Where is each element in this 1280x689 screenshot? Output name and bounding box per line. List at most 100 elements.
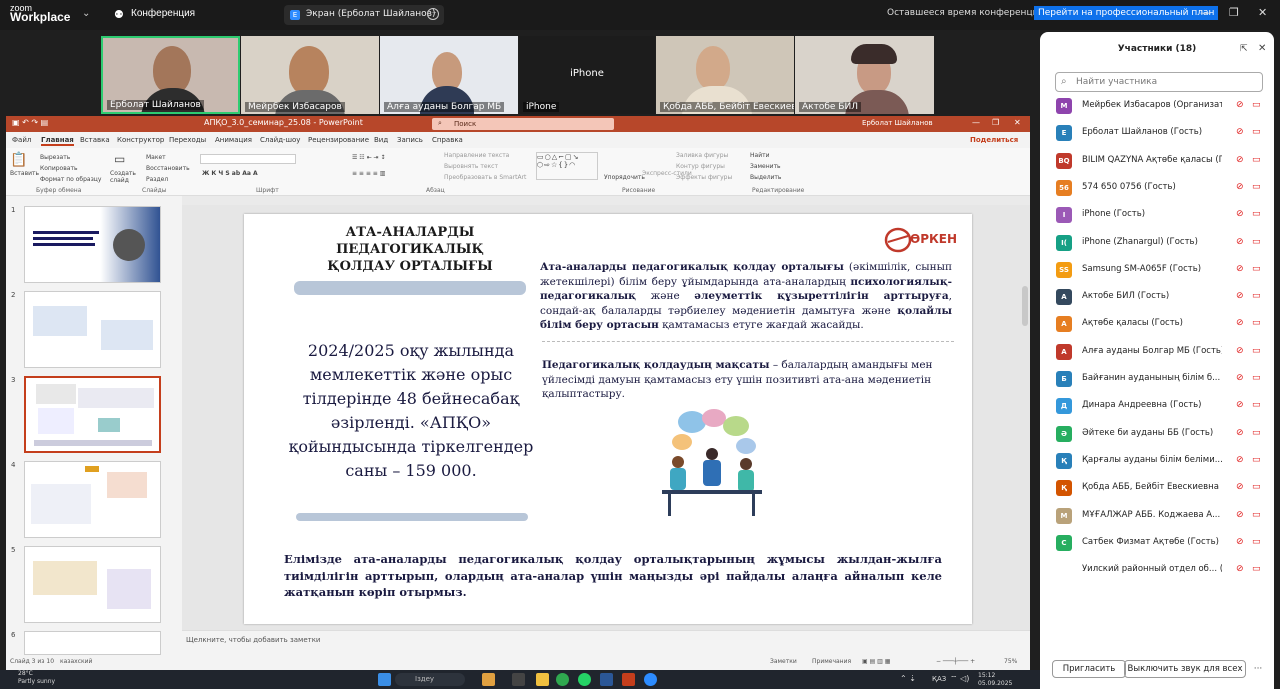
participant-row[interactable]: С Сатбек Физмат Ақтөбе (Гость) ⊘ ▭ xyxy=(1056,533,1268,555)
shapes-gallery[interactable]: ▭○△⌐▢↘ ⬡⇨☆{}◠ xyxy=(536,152,598,180)
start-icon[interactable] xyxy=(378,673,391,686)
select-button[interactable]: Выделить xyxy=(750,174,781,181)
tab-record[interactable]: Запись xyxy=(397,136,423,144)
wifi-volume-icons[interactable]: ⌔ ◁) xyxy=(950,674,969,684)
language-indicator[interactable]: казахский xyxy=(60,658,92,665)
replace-button[interactable]: Заменить xyxy=(750,163,781,170)
tab-slideshow[interactable]: Слайд-шоу xyxy=(260,136,300,144)
font-format-buttons[interactable]: Ж К Ч S ab Aa A xyxy=(202,170,258,177)
section-button[interactable]: Раздел xyxy=(146,176,168,183)
invite-button[interactable]: Пригласить xyxy=(1052,660,1126,678)
participant-row[interactable]: А Актобе БИЛ (Гость) ⊘ ▭ xyxy=(1056,287,1268,309)
mic-muted-icon[interactable]: ⊘ xyxy=(1236,318,1244,328)
video-tile[interactable]: iPhone iPhone xyxy=(519,36,655,114)
mic-muted-icon[interactable]: ⊘ xyxy=(1236,373,1244,383)
tab-insert[interactable]: Вставка xyxy=(80,136,110,144)
participant-row[interactable]: Е Ерболат Шайланов (Гость) ⊘ ▭ xyxy=(1056,123,1268,145)
smartart-button[interactable]: Преобразовать в SmartArt xyxy=(444,174,526,181)
new-slide-button[interactable]: Создать слайд xyxy=(110,170,140,184)
copy-button[interactable]: Копировать xyxy=(40,165,77,172)
shape-effects-button[interactable]: Эффекты фигуры xyxy=(676,174,732,181)
slide-thumbnail[interactable] xyxy=(24,631,161,655)
mic-muted-icon[interactable]: ⊘ xyxy=(1236,182,1244,192)
minimize-icon[interactable]: — xyxy=(972,118,980,127)
minimize-icon[interactable]: — xyxy=(1200,6,1211,19)
more-options-icon[interactable]: ··· xyxy=(427,8,439,20)
participant-row[interactable]: Д Динара Андреевна (Гость) ⊘ ▭ xyxy=(1056,396,1268,418)
ppt-user-name[interactable]: Ерболат Шайланов xyxy=(862,119,933,127)
close-icon[interactable]: ✕ xyxy=(1258,6,1267,19)
participant-row[interactable]: А Ақтөбе қаласы (Гость) ⊘ ▭ xyxy=(1056,314,1268,336)
participant-search-input[interactable]: Найти участника xyxy=(1055,72,1263,92)
format-painter-button[interactable]: Формат по образцу xyxy=(40,176,101,183)
mic-muted-icon[interactable]: ⊘ xyxy=(1236,564,1244,574)
mic-muted-icon[interactable]: ⊘ xyxy=(1236,127,1244,137)
camera-off-icon[interactable]: ▭ xyxy=(1252,400,1261,410)
camera-off-icon[interactable]: ▭ xyxy=(1252,264,1261,274)
tab-home[interactable]: Главная xyxy=(41,136,74,146)
restore-icon[interactable]: ❐ xyxy=(992,118,999,127)
ppt-search-input[interactable]: Поиск xyxy=(432,118,614,130)
participant-row[interactable]: Уилский районный отдел об... (Гость) ⊘ ▭ xyxy=(1056,560,1268,582)
slide-thumbnail-selected[interactable] xyxy=(24,376,161,453)
camera-off-icon[interactable]: ▭ xyxy=(1252,428,1261,438)
video-tile[interactable]: Ерболат Шайланов xyxy=(101,36,240,114)
maximize-icon[interactable]: ❐ xyxy=(1229,6,1239,19)
camera-off-icon[interactable]: ▭ xyxy=(1252,564,1261,574)
zoom-slider[interactable]: − ───┼─── + xyxy=(936,658,975,665)
meeting-label[interactable]: Конференция xyxy=(131,8,195,19)
text-direction-button[interactable]: Направление текста xyxy=(444,152,509,159)
participant-row[interactable]: BQ BILIM QAZYNA Ақтөбе қаласы (Гость) ⊘ ▭ xyxy=(1056,151,1268,173)
mic-muted-icon[interactable]: ⊘ xyxy=(1236,155,1244,165)
mic-muted-icon[interactable]: ⊘ xyxy=(1236,482,1244,492)
view-buttons[interactable]: ▣ ▤ ▥ ▦ xyxy=(862,658,890,665)
participant-row[interactable]: Қ Қарғалы ауданы білім беліми... (Гость) ⊘… xyxy=(1056,451,1268,473)
find-button[interactable]: Найти xyxy=(750,152,769,159)
participant-row[interactable]: М МҰҒАЛЖАР АББ. Коджаева А... (Гость) ⊘ ▭ xyxy=(1056,506,1268,528)
video-tile[interactable]: Қобда АББ, Бейбіт Евескиевна xyxy=(656,36,794,114)
mic-muted-icon[interactable]: ⊘ xyxy=(1236,100,1244,110)
camera-off-icon[interactable]: ▭ xyxy=(1252,291,1261,301)
participant-row[interactable]: I(iPhone (Zhanargul) (Гость) ⊘ ▭ xyxy=(1056,233,1268,255)
video-tile[interactable]: Актобе БИЛ xyxy=(795,36,934,114)
camera-off-icon[interactable]: ▭ xyxy=(1252,510,1261,520)
layout-button[interactable]: Макет xyxy=(146,154,166,161)
zoom-level[interactable]: 75% xyxy=(1004,658,1017,665)
weather-widget[interactable]: 28°C Partly sunny xyxy=(18,670,55,686)
arrange-button[interactable]: Упорядочить xyxy=(604,174,645,181)
shape-fill-button[interactable]: Заливка фигуры xyxy=(676,152,728,159)
slide-thumbnail[interactable] xyxy=(24,546,161,623)
cut-button[interactable]: Вырезать xyxy=(40,154,70,161)
powerpoint-icon[interactable] xyxy=(622,673,635,686)
participant-row[interactable]: SS Samsung SM-A065F (Гость) ⊘ ▭ xyxy=(1056,260,1268,282)
align-buttons[interactable]: ≡ ≡ ≡ ≡ ▥ xyxy=(352,170,385,177)
taskview-icon[interactable] xyxy=(512,673,525,686)
tab-review[interactable]: Рецензирование xyxy=(308,136,369,144)
tab-design[interactable]: Конструктор xyxy=(117,136,164,144)
word-icon[interactable] xyxy=(600,673,613,686)
camera-off-icon[interactable]: ▭ xyxy=(1252,155,1261,165)
participant-row[interactable]: М Мейрбек Избасаров (Организатор, я) ⊘ ▭ xyxy=(1056,96,1268,118)
participant-row[interactable]: Б Байғанин ауданының білім б... (Гость) ⊘ ▭ xyxy=(1056,369,1268,391)
whatsapp-icon[interactable] xyxy=(578,673,591,686)
mic-muted-icon[interactable]: ⊘ xyxy=(1236,291,1244,301)
mute-all-button[interactable]: Выключить звук для всех xyxy=(1124,660,1246,678)
vertical-scrollbar[interactable] xyxy=(1022,286,1028,326)
tab-animation[interactable]: Анимация xyxy=(215,136,252,144)
camera-off-icon[interactable]: ▭ xyxy=(1252,373,1261,383)
upgrade-button[interactable]: Перейти на профессиональный план xyxy=(1034,6,1219,20)
camera-off-icon[interactable]: ▭ xyxy=(1252,237,1261,247)
mic-muted-icon[interactable]: ⊘ xyxy=(1236,537,1244,547)
video-tile[interactable]: Алға ауданы Болгар МБ xyxy=(380,36,518,114)
font-name-select[interactable] xyxy=(200,154,296,164)
close-icon[interactable]: ✕ xyxy=(1014,118,1021,127)
zoom-workplace-logo[interactable]: zoom Workplace xyxy=(10,4,70,24)
camera-off-icon[interactable]: ▭ xyxy=(1252,318,1261,328)
align-text-button[interactable]: Выровнять текст xyxy=(444,163,498,170)
camera-off-icon[interactable]: ▭ xyxy=(1252,346,1261,356)
camera-off-icon[interactable]: ▭ xyxy=(1252,209,1261,219)
paste-button[interactable]: Вставить xyxy=(10,170,39,177)
notes-pane[interactable]: Щелкните, чтобы добавить заметки xyxy=(182,630,1030,648)
tab-transitions[interactable]: Переходы xyxy=(169,136,206,144)
mic-muted-icon[interactable]: ⊘ xyxy=(1236,428,1244,438)
